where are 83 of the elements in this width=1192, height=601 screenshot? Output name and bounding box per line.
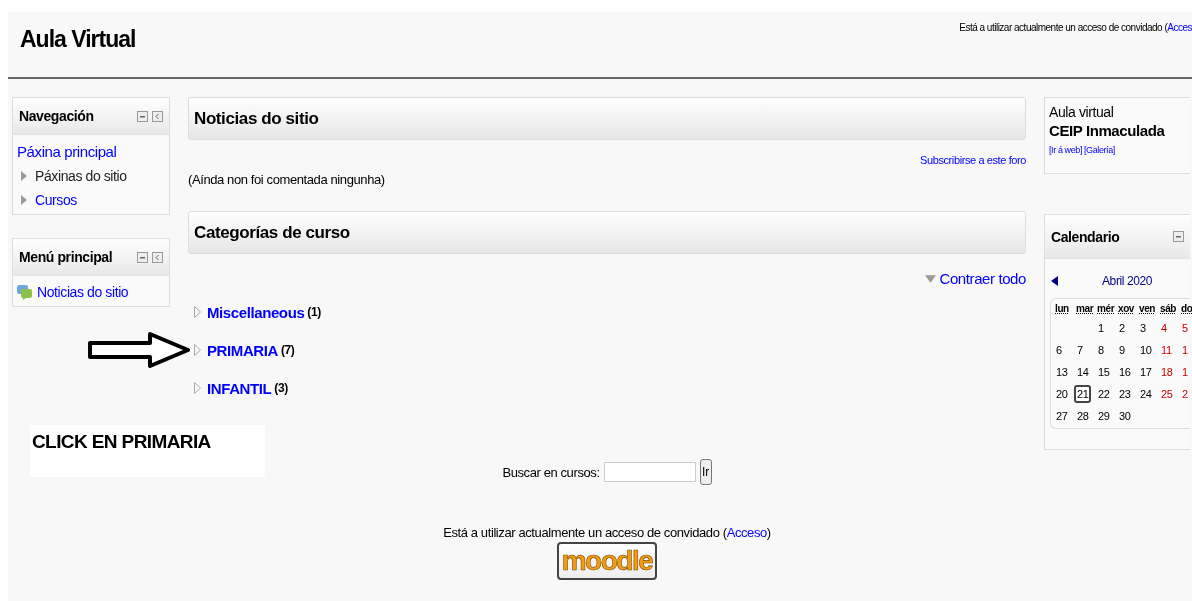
weekday-label: mar: [1076, 303, 1095, 314]
calendar-day[interactable]: 7: [1074, 340, 1086, 359]
calendar-day[interactable]: 5: [1179, 318, 1191, 337]
category-link[interactable]: PRIMARIA: [207, 341, 278, 359]
calendar-day[interactable]: 15: [1095, 362, 1113, 381]
category-link[interactable]: Miscellaneous: [207, 303, 305, 321]
dock-icon[interactable]: [152, 251, 163, 263]
menu-link[interactable]: Noticias do sitio: [37, 284, 129, 300]
calendar-day[interactable]: 30: [1116, 406, 1134, 425]
expand-arrow-icon[interactable]: [194, 344, 201, 356]
calendar-day[interactable]: 24: [1137, 384, 1155, 403]
calendar-day[interactable]: 22: [1095, 384, 1113, 403]
weekday-label: mér: [1097, 303, 1116, 314]
nav-item[interactable]: Cursos: [35, 192, 77, 208]
calendar-day[interactable]: 1: [1179, 362, 1191, 381]
calendar-day[interactable]: 6: [1053, 340, 1065, 359]
calendar-day[interactable]: 13: [1053, 362, 1071, 381]
login-info-end: ): [766, 525, 771, 540]
dock-icon[interactable]: [152, 110, 163, 122]
nav-home-link[interactable]: Páxina principal: [17, 143, 165, 160]
login-info: Está a utilizar actualmente un acceso de convidado (: [959, 22, 1168, 33]
block-title: Navegación: [19, 108, 94, 124]
go-button[interactable]: Ir: [699, 459, 712, 485]
minimize-icon[interactable]: [137, 110, 148, 122]
expand-arrow-icon[interactable]: [21, 195, 27, 205]
weekday-label: xov: [1118, 303, 1136, 314]
expand-arrow-icon[interactable]: [21, 171, 27, 181]
course-count: (3): [274, 381, 288, 395]
course-count: (1): [307, 305, 321, 319]
calendar-day[interactable]: 29: [1095, 406, 1113, 425]
site-title: Aula Virtual: [20, 26, 136, 53]
subscribe-link[interactable]: Subscribirse a este foro: [920, 154, 1026, 166]
course-count: (7): [280, 343, 295, 357]
calendar-day[interactable]: 8: [1095, 340, 1107, 359]
calendar-day[interactable]: 18: [1158, 362, 1176, 381]
calendar-day[interactable]: 2: [1179, 384, 1191, 403]
weekday-label: lun: [1055, 303, 1070, 314]
login-link[interactable]: Acceso: [726, 525, 767, 540]
info-text: Aula virtual: [1049, 104, 1115, 120]
nav-item[interactable]: Páxinas do sitio: [35, 168, 127, 184]
empty-message: (Aínda non foi comentada ningunha): [188, 172, 386, 187]
calendar-day[interactable]: 23: [1116, 384, 1134, 403]
weekday-label: do: [1181, 303, 1192, 314]
calendar-day[interactable]: 21: [1074, 384, 1092, 403]
weekday-label: sáb: [1160, 303, 1178, 314]
calendar-day[interactable]: 10: [1137, 340, 1155, 359]
expand-arrow-icon[interactable]: [194, 306, 201, 318]
calendar-day[interactable]: 1: [1095, 318, 1107, 337]
calendar-day[interactable]: 2: [1116, 318, 1128, 337]
minimize-icon[interactable]: [1173, 231, 1184, 242]
month-title: Abril 2020: [1102, 274, 1153, 288]
annotation-label: CLICK EN PRIMARIA: [30, 425, 265, 477]
login-info: Está a utilizar actualmente un acceso de convidado (: [443, 525, 727, 540]
calendar-day[interactable]: 3: [1137, 318, 1149, 337]
info-title: CEIP Inmaculada: [1049, 122, 1166, 139]
calendar-day[interactable]: 1: [1179, 340, 1191, 359]
calendar-day[interactable]: 9: [1116, 340, 1128, 359]
search-label: Buscar en cursos:: [502, 464, 600, 480]
calendar-day[interactable]: 25: [1158, 384, 1176, 403]
info-link[interactable]: [Galería]: [1084, 145, 1115, 155]
info-link[interactable]: [Ir á web]: [1049, 145, 1082, 155]
login-link[interactable]: Acces: [1167, 22, 1192, 33]
calendar-day[interactable]: 27: [1053, 406, 1071, 425]
calendar-day[interactable]: 17: [1137, 362, 1155, 381]
block-title: Menú principal: [19, 249, 113, 265]
block-title: Calendario: [1051, 228, 1120, 245]
category-link[interactable]: INFANTIL: [207, 379, 272, 397]
calendar-day[interactable]: 16: [1116, 362, 1134, 381]
minimize-icon[interactable]: [137, 251, 148, 263]
previous-month-icon[interactable]: [1051, 276, 1058, 286]
calendar-day[interactable]: 4: [1158, 318, 1170, 337]
collapse-all-link[interactable]: Contraer todo: [925, 270, 1026, 287]
calendar-day[interactable]: 11: [1158, 340, 1175, 359]
calendar-day[interactable]: 14: [1074, 362, 1092, 381]
caret-icon: [925, 274, 937, 283]
section-title: Categorías de curso: [194, 222, 350, 243]
calendar-day[interactable]: 20: [1053, 384, 1071, 403]
weekday-label: ven: [1139, 303, 1157, 314]
section-title: Noticias do sitio: [194, 108, 319, 129]
search-field[interactable]: [603, 462, 696, 482]
expand-arrow-icon[interactable]: [194, 382, 201, 394]
calendar-day[interactable]: 28: [1074, 406, 1092, 425]
speech-bubbles-icon: [17, 284, 33, 300]
